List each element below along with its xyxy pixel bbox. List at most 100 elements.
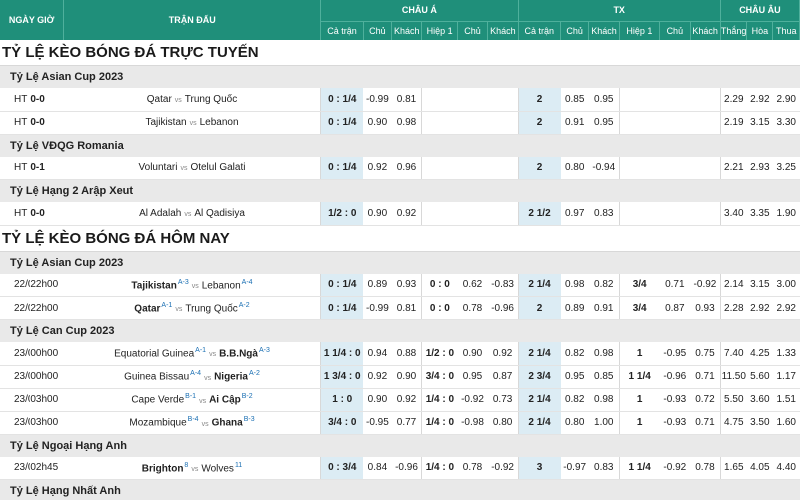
tx-over-odds: 0.85: [560, 88, 589, 112]
match-row[interactable]: HT 0-0 Al Adalah vs Al Qadisiya 1/2 : 0 0.90 0.…: [0, 202, 800, 226]
match-time: 00h00: [30, 342, 64, 366]
asia-half-away-odds: [487, 88, 519, 112]
vs-separator: vs: [175, 306, 183, 314]
match-date: 23/01: [0, 388, 31, 412]
tx-half-over-odds: -0.93: [659, 411, 690, 435]
eu-draw-odds: 4.25: [746, 342, 773, 366]
asia-half-handicap: 1/4 : 0: [421, 411, 458, 435]
asia-handicap: 1 1/4 : 0: [320, 342, 364, 366]
match-row[interactable]: 22/0122h00QatarA-1vsTrung QuốcA-20 : 1/4…: [0, 296, 800, 320]
match-teams[interactable]: Al Adalah vs Al Qadisiya: [63, 202, 321, 226]
away-team[interactable]: B.B.Ngà: [219, 348, 258, 359]
tx-half-under-odds: [690, 202, 721, 226]
league-header[interactable]: Tỷ Lệ Asian Cup 2023: [0, 65, 800, 88]
match-time: 03h00: [30, 388, 64, 412]
league-header[interactable]: Tỷ Lệ Asian Cup 2023: [0, 250, 800, 274]
match-date: 23/01: [0, 342, 31, 366]
tx-half-over-odds: -0.93: [659, 388, 690, 412]
match-row[interactable]: 23/0103h00Cape VerdeB-1vsAi CậpB-21 : 00…: [0, 388, 800, 412]
away-team[interactable]: Ai Cập: [209, 395, 241, 406]
tx-line: 2: [517, 296, 561, 320]
match-teams[interactable]: QatarA-1vs Trung QuốcA-2: [63, 296, 321, 320]
away-team[interactable]: Wolves: [201, 463, 234, 474]
home-team[interactable]: Qatar: [134, 303, 160, 314]
match-date: 23/01: [0, 365, 31, 389]
match-row[interactable]: 22/0122h00TajikistanA-3vsLebanonA-40 : 1…: [0, 273, 800, 297]
league-header[interactable]: Tỷ Lệ Can Cup 2023: [0, 319, 800, 342]
asia-handicap: 0 : 1/4: [320, 273, 364, 297]
asia-away-odds: 0.90: [391, 365, 422, 389]
match-time: 02h45: [30, 456, 64, 480]
header-european-odds: CHÂU ÂU: [720, 0, 800, 21]
home-team[interactable]: Al Adalah: [139, 208, 181, 219]
tx-half-under-odds: 0.75: [690, 342, 721, 366]
match-row[interactable]: 23/0103h00MozambiqueB-4vsGhanaB-33/4 : 0…: [0, 411, 800, 435]
match-row[interactable]: 23/0102h45Brighton8vsWolves110 : 3/40.84…: [0, 456, 800, 480]
home-team[interactable]: Cape Verde: [131, 395, 184, 406]
match-time: 22h00: [30, 296, 64, 320]
match-teams[interactable]: Voluntari vs Otelul Galati: [63, 156, 321, 180]
home-team[interactable]: Tajikistan: [145, 117, 186, 128]
league-header[interactable]: Tỷ Lệ Hạng 2 Arập Xeut: [0, 179, 800, 202]
away-rank: A-2: [248, 370, 260, 378]
away-team[interactable]: Otelul Galati: [190, 162, 245, 173]
away-team[interactable]: Al Qadisiya: [194, 208, 245, 219]
home-team[interactable]: Guinea Bissau: [124, 372, 189, 383]
match-teams[interactable]: Tajikistan vs Lebanon: [63, 111, 321, 135]
match-teams[interactable]: MozambiqueB-4vs GhanaB-3: [63, 411, 321, 435]
match-row[interactable]: 23/0100h00Guinea BissauA-4vsNigeriaA-21 …: [0, 365, 800, 389]
tx-half-line: 1: [618, 388, 660, 412]
match-teams[interactable]: Guinea BissauA-4vs NigeriaA-2: [63, 365, 321, 389]
match-teams[interactable]: Equatorial GuineaA-1vs B.B.NgàA-3: [63, 342, 321, 366]
away-team[interactable]: Trung Quốc: [185, 94, 237, 105]
home-team[interactable]: Brighton: [142, 463, 184, 474]
match-teams[interactable]: Qatar vs Trung Quốc: [63, 88, 321, 112]
match-row[interactable]: 23/0100h00Equatorial GuineaA-1vsB.B.NgàA…: [0, 342, 800, 366]
tx-line: 2 1/4: [517, 388, 561, 412]
match-date: HT: [0, 202, 31, 226]
home-team[interactable]: Qatar: [147, 94, 172, 105]
home-team[interactable]: Voluntari: [139, 162, 178, 173]
asia-half-handicap: 0 : 0: [421, 296, 458, 320]
eu-win-odds: 2.14: [719, 273, 747, 297]
tx-half-line: 1 1/4: [618, 365, 660, 389]
vs-separator: vs: [180, 165, 188, 173]
tx-half-line: [618, 88, 660, 112]
match-teams[interactable]: Cape VerdeB-1vs Ai CậpB-2: [63, 388, 321, 412]
asia-half-away-odds: [487, 156, 519, 180]
asia-half-handicap: 0 : 0: [421, 273, 458, 297]
tx-line: 2 1/2: [517, 202, 561, 226]
asia-home-odds: -0.99: [363, 88, 392, 112]
home-team[interactable]: Equatorial Guinea: [114, 348, 194, 359]
match-row[interactable]: HT 0-1 Voluntari vs Otelul Galati 0 : 1/4 0.92…: [0, 156, 800, 180]
asia-home-odds: 0.90: [363, 111, 392, 135]
match-row[interactable]: HT 0-0 Tajikistan vs Lebanon 0 : 1/4 0.90 0.98 2…: [0, 111, 800, 135]
match-date: HT: [0, 88, 31, 112]
away-rank: A-4: [241, 278, 253, 286]
home-rank: A-1: [195, 347, 207, 355]
match-time: 22h00: [30, 273, 64, 297]
asia-home-odds: 0.92: [363, 365, 392, 389]
home-rank: A-4: [190, 370, 202, 378]
tx-half-over-odds: 0.71: [659, 273, 690, 297]
league-header[interactable]: Tỷ Lệ VĐQG Romania: [0, 133, 800, 157]
away-team[interactable]: Trung Quốc: [185, 303, 237, 314]
match-teams[interactable]: TajikistanA-3vs LebanonA-4: [63, 273, 321, 297]
league-header[interactable]: Tỷ Lệ Hạng Nhất Anh: [0, 479, 800, 500]
tx-line: 2 1/4: [517, 273, 561, 297]
home-rank: B-1: [185, 393, 197, 401]
odds-table: NGÀY GIỜ TRẬN ĐẤU CHÂU Á TX CHÂU ÂU Cả t…: [0, 0, 800, 500]
tx-half-over-odds: [659, 202, 690, 226]
home-team[interactable]: Mozambique: [129, 418, 186, 429]
away-team[interactable]: Lebanon: [200, 117, 239, 128]
away-team[interactable]: Nigeria: [214, 372, 248, 383]
asia-handicap: 0 : 1/4: [320, 156, 364, 180]
away-team[interactable]: Lebanon: [202, 280, 241, 291]
match-teams[interactable]: Brighton8vs Wolves11: [63, 456, 321, 480]
home-team[interactable]: Tajikistan: [131, 280, 176, 291]
asia-half-home-odds: -0.98: [457, 411, 488, 435]
asia-away-odds: 0.81: [391, 88, 422, 112]
league-header[interactable]: Tỷ Lệ Ngoại Hạng Anh: [0, 433, 800, 457]
away-team[interactable]: Ghana: [212, 418, 243, 429]
match-row[interactable]: HT 0-0 Qatar vs Trung Quốc 0 : 1/4 -0.99 0.81 2 0…: [0, 88, 800, 112]
